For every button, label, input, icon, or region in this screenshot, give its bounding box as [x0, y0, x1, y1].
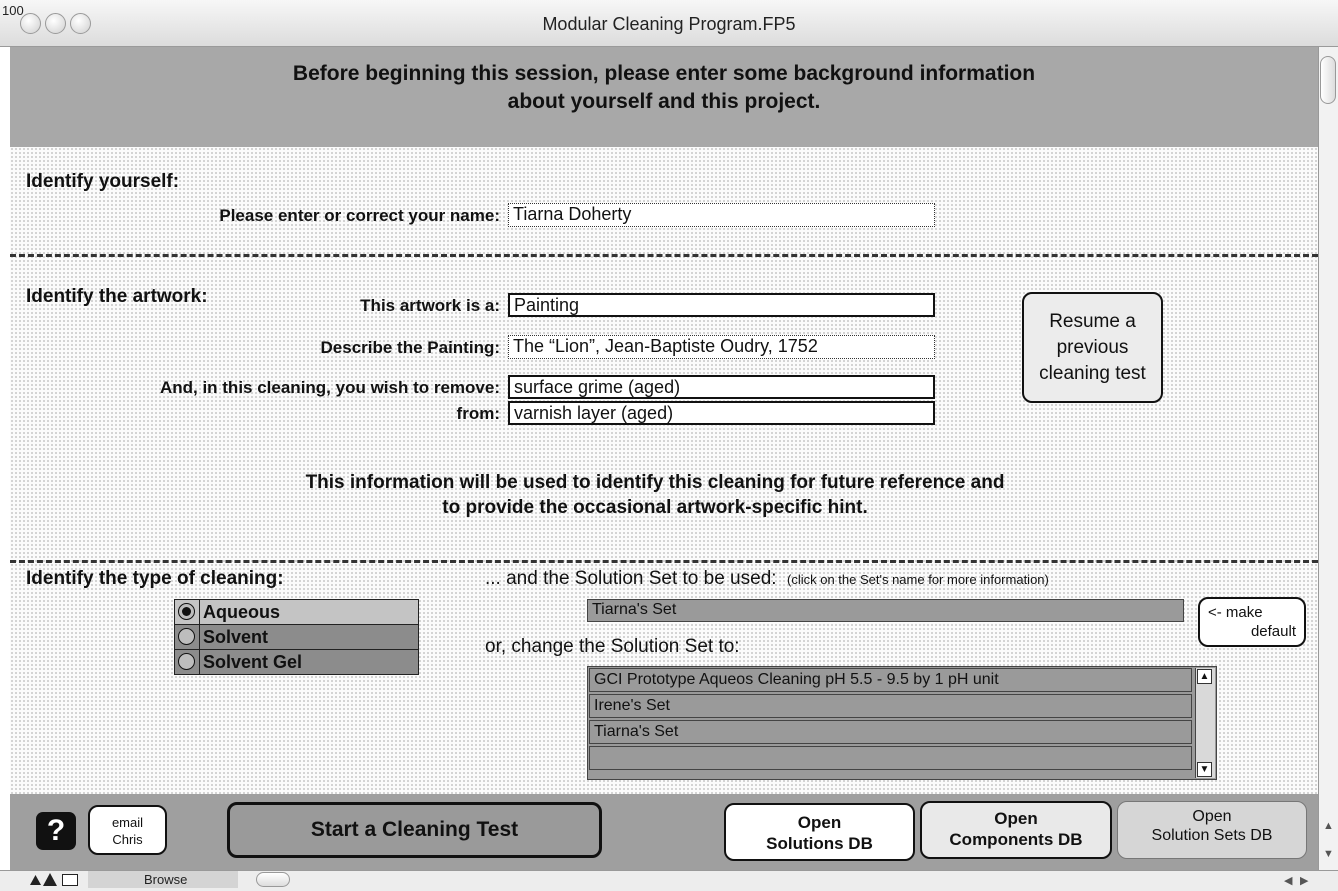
open-solution-sets-db-button[interactable]: Open Solution Sets DB — [1117, 801, 1307, 859]
radio-solvent-gel-circle[interactable] — [178, 653, 195, 670]
section-divider — [10, 254, 1318, 257]
scroll-left-icon[interactable]: ◀ — [1284, 874, 1292, 887]
resume-line-1: Resume a — [1049, 311, 1136, 332]
open-solution-sets-line-2: Solution Sets DB — [1151, 827, 1273, 844]
scroll-thumb[interactable] — [1320, 56, 1336, 104]
radio-aqueous-label: Aqueous — [203, 602, 281, 622]
artwork-type-label: This artwork is a: — [360, 296, 500, 315]
radio-separator — [199, 625, 200, 649]
open-solutions-line-2: Solutions DB — [766, 834, 873, 853]
open-components-line-1: Open — [994, 809, 1038, 828]
from-field[interactable]: varnish layer (aged) — [508, 401, 935, 425]
name-label: Please enter or correct your name: — [219, 206, 500, 225]
info-text: This information will be used to identif… — [10, 470, 1300, 520]
open-solutions-db-button[interactable]: Open Solutions DB — [724, 803, 915, 861]
email-line-1: email — [111, 815, 144, 830]
open-components-line-2: Components DB — [949, 830, 1083, 849]
solution-set-heading-row: ... and the Solution Set to be used: (cl… — [485, 568, 1049, 590]
change-solution-set-label: or, change the Solution Set to: — [485, 636, 740, 657]
resume-line-3: cleaning test — [1039, 363, 1146, 384]
radio-separator — [199, 600, 200, 624]
list-item[interactable]: Tiarna's Set — [589, 720, 1192, 744]
describe-painting-field[interactable]: The “Lion”, Jean-Baptiste Oudry, 1752 — [508, 335, 935, 359]
window-scroll-up-icon[interactable]: ▲ — [1323, 820, 1334, 832]
header-line-1: Before beginning this session, please en… — [292, 62, 1036, 85]
info-line-1: This information will be used to identif… — [305, 472, 1005, 493]
artwork-type-field[interactable]: Painting — [508, 293, 935, 317]
make-default-button[interactable]: <- make default — [1198, 597, 1306, 647]
make-default-line-1: <- make — [1208, 604, 1263, 621]
list-item[interactable]: Irene's Set — [589, 694, 1192, 718]
mode-indicator[interactable]: Browse — [88, 871, 238, 888]
describe-painting-label: Describe the Painting: — [320, 338, 500, 357]
info-line-2: to provide the occasional artwork-specif… — [442, 497, 868, 518]
solution-set-heading: ... and the Solution Set to be used: — [485, 568, 777, 589]
start-cleaning-test-button[interactable]: Start a Cleaning Test — [227, 802, 602, 858]
horizontal-scroll-thumb[interactable] — [256, 872, 290, 887]
open-solution-sets-line-1: Open — [1192, 808, 1232, 825]
cleaning-type-heading: Identify the type of cleaning: — [26, 568, 284, 589]
remove-label: And, in this cleaning, you wish to remov… — [159, 378, 500, 397]
solution-set-hint: (click on the Set's name for more inform… — [787, 572, 1049, 587]
radio-solvent-label: Solvent — [203, 627, 269, 647]
make-default-line-2: default — [1250, 623, 1296, 640]
open-solutions-line-1: Open — [797, 813, 842, 832]
status-area-toggle-icon[interactable] — [62, 874, 78, 886]
identify-yourself-heading: Identify yourself: — [26, 171, 180, 192]
list-item[interactable] — [589, 746, 1192, 770]
email-chris-button[interactable]: email Chris — [88, 805, 167, 855]
email-line-2: Chris — [112, 832, 143, 847]
radio-separator — [199, 650, 200, 674]
window-scroll-down-icon[interactable]: ▼ — [1323, 848, 1334, 860]
radio-aqueous-circle[interactable] — [178, 603, 195, 620]
scroll-down-icon[interactable]: ▼ — [1197, 762, 1212, 777]
scroll-right-icon[interactable]: ▶ — [1300, 874, 1308, 887]
section-divider — [10, 560, 1318, 563]
radio-solvent[interactable]: Solvent — [174, 624, 419, 650]
current-solution-set[interactable]: Tiarna's Set — [587, 599, 1184, 622]
from-label: from: — [456, 404, 500, 423]
window-vertical-scrollbar[interactable] — [1318, 47, 1338, 870]
name-field[interactable]: Tiarna Doherty — [508, 203, 935, 227]
window-title: Modular Cleaning Program.FP5 — [542, 14, 796, 34]
zoom-level[interactable]: 100 — [2, 3, 24, 18]
radio-aqueous[interactable]: Aqueous — [174, 599, 419, 625]
remove-field[interactable]: surface grime (aged) — [508, 375, 935, 399]
scroll-up-icon[interactable]: ▲ — [1197, 669, 1212, 684]
radio-solvent-gel-label: Solvent Gel — [203, 652, 303, 672]
resume-line-2: previous — [1056, 337, 1129, 358]
list-item[interactable]: GCI Prototype Aqueos Cleaning pH 5.5 - 9… — [589, 668, 1192, 692]
radio-solvent-gel[interactable]: Solvent Gel — [174, 649, 419, 675]
header-instructions: Before beginning this session, please en… — [10, 60, 1318, 116]
resume-previous-test-button[interactable]: Resume a previous cleaning test — [1022, 292, 1163, 403]
header-line-2: about yourself and this project. — [507, 90, 821, 113]
help-icon[interactable]: ? — [36, 812, 76, 850]
radio-solvent-circle[interactable] — [178, 628, 195, 645]
open-components-db-button[interactable]: Open Components DB — [920, 801, 1112, 859]
